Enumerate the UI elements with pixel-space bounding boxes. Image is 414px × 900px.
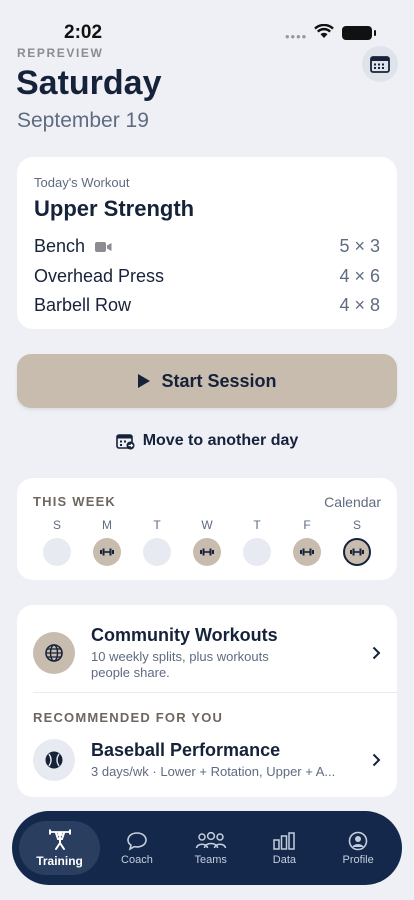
page-title: Saturday xyxy=(16,64,162,102)
recommended-workout-row[interactable]: Baseball Performance 3 days/wk · Lower +… xyxy=(17,739,397,781)
community-desc: 10 weekly splits, plus workouts people s… xyxy=(91,649,269,680)
tab-label: Profile xyxy=(342,853,374,866)
status-time: 2:02 xyxy=(64,22,103,43)
exercise-row[interactable]: Barbell Row 4 × 8 xyxy=(34,291,380,321)
this-week-card: THIS WEEK Calendar S M T W T F S xyxy=(17,478,397,580)
chat-bubble-icon xyxy=(127,831,147,851)
week-day-letter: T xyxy=(153,518,161,532)
week-day-letter: S xyxy=(52,518,61,532)
divider xyxy=(33,692,397,693)
week-day-letter: W xyxy=(201,518,213,532)
exercise-row[interactable]: Bench 5 × 3 xyxy=(34,232,380,262)
wifi-icon xyxy=(314,23,334,44)
week-day[interactable]: M xyxy=(93,518,121,566)
week-day[interactable]: F xyxy=(293,518,321,566)
exercise-sets: 5 × 3 xyxy=(339,236,380,257)
community-title: Community Workouts xyxy=(91,625,278,645)
move-label: Move to another day xyxy=(142,432,299,449)
rest-day-dot xyxy=(143,538,171,566)
workout-day-dot xyxy=(93,538,121,566)
chevron-right-icon xyxy=(361,646,381,660)
signal-dots-icon: •••• xyxy=(285,29,308,44)
recommended-desc: 3 days/wk · Lower + Rotation, Upper + A.… xyxy=(91,764,336,779)
week-day[interactable]: S xyxy=(343,518,371,566)
bar-chart-icon xyxy=(273,831,296,850)
exercise-list: Bench 5 × 3 Overhead Press 4 × 6 Barbell… xyxy=(34,232,380,321)
workout-day-dot xyxy=(293,538,321,566)
exercise-sets: 4 × 6 xyxy=(339,265,380,286)
exercise-name: Barbell Row xyxy=(34,295,132,316)
chevron-right-icon xyxy=(361,753,381,767)
start-session-button[interactable]: Start Session xyxy=(17,354,397,408)
week-day[interactable]: T xyxy=(143,518,171,566)
user-circle-icon xyxy=(348,831,368,850)
app-eyebrow: REPREVIEW xyxy=(17,46,104,60)
tab-label: Training xyxy=(36,853,83,868)
tab-profile[interactable]: Profile xyxy=(321,821,395,875)
dumbbell-icon xyxy=(350,548,364,556)
tab-data[interactable]: Data xyxy=(248,821,322,875)
week-day-letter: F xyxy=(303,518,311,532)
calendar-link[interactable]: Calendar xyxy=(324,494,381,510)
recommended-title: Baseball Performance xyxy=(91,740,281,760)
exercise-name: Bench xyxy=(34,236,86,257)
dumbbell-icon xyxy=(100,548,114,556)
video-camera-icon xyxy=(95,241,112,252)
dumbbell-icon xyxy=(200,548,214,556)
week-day[interactable]: W xyxy=(193,518,221,566)
calendar-move-icon xyxy=(115,433,135,449)
this-week-title: THIS WEEK xyxy=(33,494,117,509)
calendar-button[interactable] xyxy=(362,46,398,82)
people-group-icon xyxy=(195,831,226,848)
baseball-icon xyxy=(33,739,75,781)
exercise-row[interactable]: Overhead Press 4 × 6 xyxy=(34,262,380,292)
rest-day-dot xyxy=(243,538,271,566)
calendar-icon xyxy=(370,56,390,73)
tab-bar: Training Coach Teams Data Profile xyxy=(12,811,402,885)
move-to-another-day-link[interactable]: Move to another day xyxy=(0,432,414,450)
tab-teams[interactable]: Teams xyxy=(174,821,248,875)
workout-label: Today's Workout xyxy=(34,175,130,190)
rest-day-dot xyxy=(43,538,71,566)
page-date: September 19 xyxy=(17,109,149,132)
weightlifter-icon xyxy=(48,829,71,850)
todays-workout-card[interactable]: Today's Workout Upper Strength Bench 5 ×… xyxy=(17,157,397,329)
tab-label: Coach xyxy=(121,853,153,866)
exercise-sets: 4 × 8 xyxy=(339,295,380,316)
battery-icon xyxy=(342,26,376,40)
play-icon xyxy=(138,374,151,388)
community-card: Community Workouts 10 weekly splits, plu… xyxy=(17,605,397,797)
week-day-letter: S xyxy=(352,518,361,532)
tab-label: Data xyxy=(272,853,297,866)
week-day[interactable]: S xyxy=(43,518,71,566)
exercise-name: Overhead Press xyxy=(34,265,165,286)
workout-day-dot xyxy=(193,538,221,566)
workout-day-dot xyxy=(343,538,371,566)
recommended-label: RECOMMENDED FOR YOU xyxy=(33,710,224,725)
workout-title: Upper Strength xyxy=(34,196,195,221)
status-bar: 2:02 •••• xyxy=(0,0,414,46)
week-day-letter: M xyxy=(102,518,112,532)
week-day-letter: T xyxy=(253,518,261,532)
tab-label: Teams xyxy=(194,853,227,866)
dumbbell-icon xyxy=(300,548,314,556)
start-session-label: Start Session xyxy=(161,370,277,391)
week-day[interactable]: T xyxy=(243,518,271,566)
community-workouts-row[interactable]: Community Workouts 10 weekly splits, plu… xyxy=(17,625,397,681)
week-days: SMTWTFS xyxy=(33,518,381,566)
tab-coach[interactable]: Coach xyxy=(100,821,174,875)
globe-icon xyxy=(33,632,75,674)
tab-training[interactable]: Training xyxy=(19,821,101,875)
